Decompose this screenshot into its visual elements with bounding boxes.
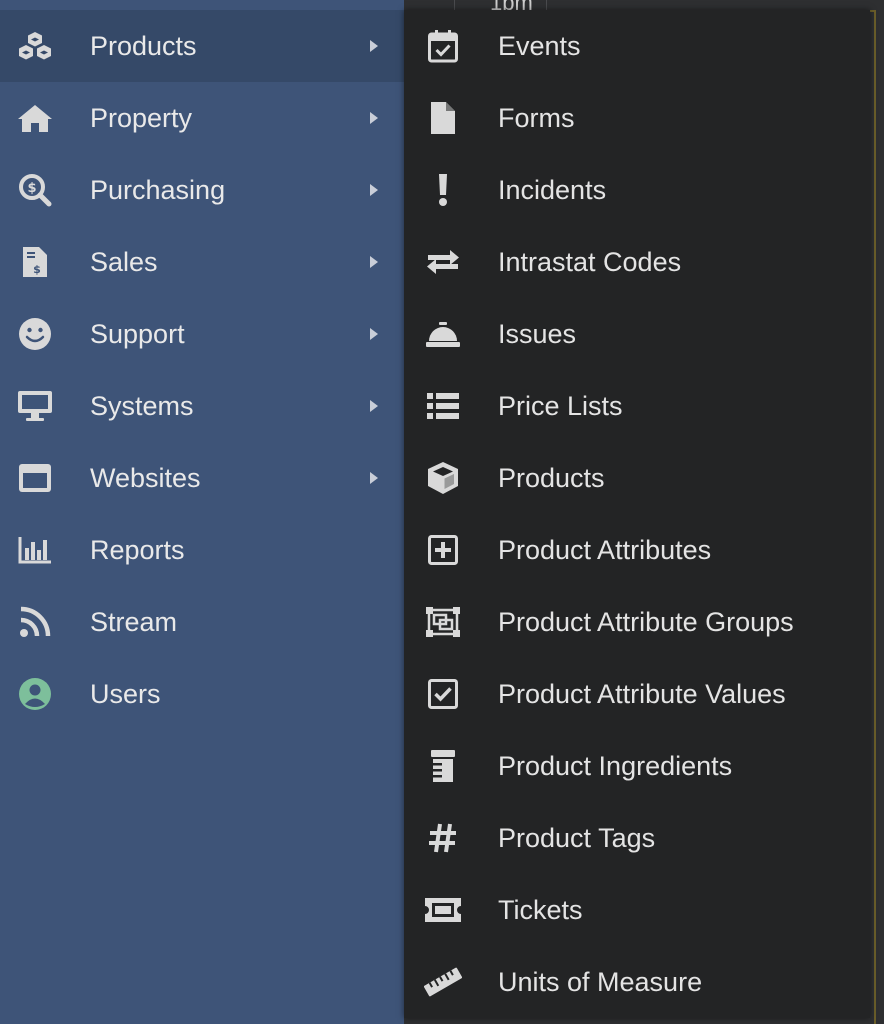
submenu-item-units-of-measure[interactable]: Units of Measure bbox=[404, 946, 870, 1018]
plus-square-icon bbox=[424, 532, 462, 568]
submenu-item-product-ingredients[interactable]: Product Ingredients bbox=[404, 730, 870, 802]
concierge-bell-icon bbox=[424, 316, 462, 352]
submenu-item-intrastat-codes[interactable]: Intrastat Codes bbox=[404, 226, 870, 298]
svg-text:$: $ bbox=[27, 181, 36, 196]
sidebar-item-websites[interactable]: Websites bbox=[0, 442, 404, 514]
submenu-item-tickets[interactable]: Tickets bbox=[404, 874, 870, 946]
file-icon bbox=[424, 100, 462, 136]
sidebar-item-label: Reports bbox=[90, 535, 185, 565]
chevron-right-icon bbox=[366, 38, 382, 54]
chevron-right-icon bbox=[366, 182, 382, 198]
smile-icon bbox=[17, 316, 53, 352]
submenu-item-label: Issues bbox=[498, 319, 577, 349]
list-icon bbox=[424, 388, 462, 424]
check-square-icon bbox=[424, 676, 462, 712]
submenu-item-events[interactable]: Events bbox=[404, 10, 870, 82]
sidebar-item-label: Purchasing bbox=[90, 175, 226, 205]
submenu-item-forms[interactable]: Forms bbox=[404, 82, 870, 154]
cube-icon bbox=[424, 460, 462, 496]
background-selection-border bbox=[874, 10, 876, 1024]
search-dollar-icon: $ bbox=[17, 172, 53, 208]
submenu-item-issues[interactable]: Issues bbox=[404, 298, 870, 370]
sidebar-item-label: Users bbox=[90, 679, 161, 709]
sidebar-item-label: Sales bbox=[90, 247, 158, 277]
sidebar-item-purchasing[interactable]: $ Purchasing bbox=[0, 154, 404, 226]
sidebar-item-label: Products bbox=[90, 31, 197, 61]
rss-icon bbox=[17, 604, 53, 640]
chevron-right-icon bbox=[366, 254, 382, 270]
object-group-icon bbox=[424, 604, 462, 640]
sidebar-item-users[interactable]: Users bbox=[0, 658, 404, 730]
chevron-right-icon bbox=[366, 398, 382, 414]
submenu-item-label: Product Attribute Values bbox=[498, 679, 786, 709]
submenu-item-label: Product Tags bbox=[498, 823, 656, 853]
sidebar-item-label: Systems bbox=[90, 391, 194, 421]
submenu-item-label: Tickets bbox=[498, 895, 583, 925]
ticket-icon bbox=[424, 892, 462, 928]
chevron-right-icon bbox=[366, 110, 382, 126]
sidebar-item-property[interactable]: Property bbox=[0, 82, 404, 154]
sidebar-item-label: Support bbox=[90, 319, 185, 349]
chevron-right-icon bbox=[366, 470, 382, 486]
sidebar-item-label: Websites bbox=[90, 463, 201, 493]
submenu-item-product-attributes[interactable]: Product Attributes bbox=[404, 514, 870, 586]
bar-chart-icon bbox=[17, 532, 53, 568]
submenu-item-product-attribute-groups[interactable]: Product Attribute Groups bbox=[404, 586, 870, 658]
submenu-item-product-tags[interactable]: Product Tags bbox=[404, 802, 870, 874]
sidebar-nav: Products Property $ Purchasing $ Sales S… bbox=[0, 0, 404, 1024]
hashtag-icon bbox=[424, 820, 462, 856]
submenu-item-products[interactable]: Products bbox=[404, 442, 870, 514]
cubes-icon bbox=[17, 28, 53, 64]
submenu-item-label: Units of Measure bbox=[498, 967, 703, 997]
invoice-dollar-icon: $ bbox=[17, 244, 53, 280]
prescription-bottle-icon bbox=[424, 748, 462, 784]
submenu-item-incidents[interactable]: Incidents bbox=[404, 154, 870, 226]
calendar-check-icon bbox=[424, 28, 462, 64]
user-circle-icon bbox=[17, 676, 53, 712]
sidebar-item-label: Stream bbox=[90, 607, 178, 637]
submenu-item-label: Intrastat Codes bbox=[498, 247, 682, 277]
submenu-item-product-attribute-values[interactable]: Product Attribute Values bbox=[404, 658, 870, 730]
sidebar-item-stream[interactable]: Stream bbox=[0, 586, 404, 658]
sidebar-item-sales[interactable]: $ Sales bbox=[0, 226, 404, 298]
chevron-right-icon bbox=[366, 326, 382, 342]
submenu-item-label: Incidents bbox=[498, 175, 607, 205]
submenu-item-label: Product Attributes bbox=[498, 535, 712, 565]
svg-text:$: $ bbox=[33, 263, 41, 276]
submenu-item-label: Product Ingredients bbox=[498, 751, 733, 781]
sidebar-item-label: Property bbox=[90, 103, 193, 133]
home-icon bbox=[17, 100, 53, 136]
exclamation-icon bbox=[424, 172, 462, 208]
desktop-icon bbox=[17, 388, 53, 424]
sidebar-item-products[interactable]: Products bbox=[0, 10, 404, 82]
sidebar-item-support[interactable]: Support bbox=[0, 298, 404, 370]
sidebar-item-systems[interactable]: Systems bbox=[0, 370, 404, 442]
submenu-item-price-lists[interactable]: Price Lists bbox=[404, 370, 870, 442]
window-icon bbox=[17, 460, 53, 496]
submenu-item-label: Events bbox=[498, 31, 581, 61]
submenu-item-label: Product Attribute Groups bbox=[498, 607, 794, 637]
sidebar-item-reports[interactable]: Reports bbox=[0, 514, 404, 586]
submenu-item-label: Price Lists bbox=[498, 391, 623, 421]
submenu-item-label: Products bbox=[498, 463, 605, 493]
products-submenu: Events Forms Incidents Intrastat Codes I… bbox=[404, 10, 870, 1018]
submenu-item-label: Forms bbox=[498, 103, 575, 133]
ruler-icon bbox=[424, 964, 462, 1000]
exchange-icon bbox=[424, 244, 462, 280]
